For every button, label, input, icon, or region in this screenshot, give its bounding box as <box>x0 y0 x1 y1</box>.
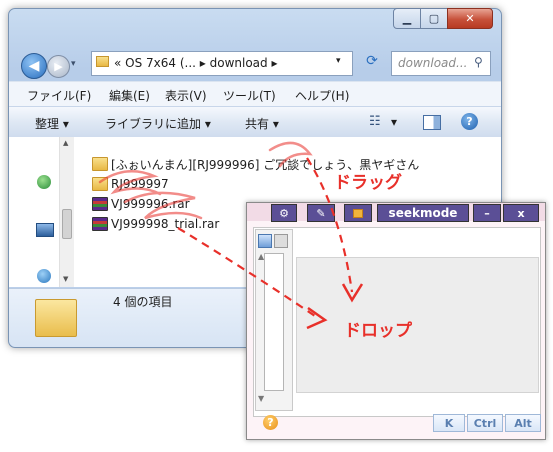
grab-scribble <box>123 191 203 220</box>
drag-path-arrow <box>177 227 319 319</box>
drop-label: ドロップ <box>344 321 412 341</box>
arrowhead-icon <box>341 283 364 303</box>
arrowhead-icon <box>306 306 328 330</box>
drag-label: ドラッグ <box>334 173 402 193</box>
drag-scribble <box>268 141 313 168</box>
grab-scribble <box>98 169 162 196</box>
annotation-overlay <box>98 141 364 330</box>
